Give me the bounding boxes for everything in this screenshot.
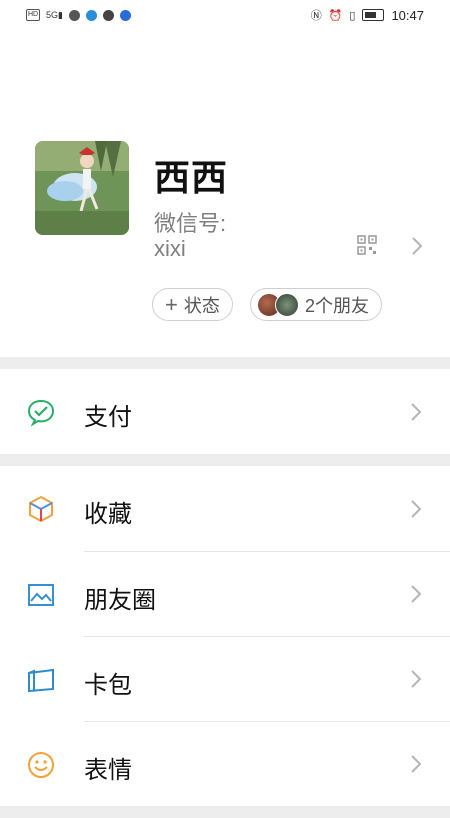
section-divider (0, 454, 450, 466)
status-button-label: 状态 (183, 295, 220, 316)
cards-label: 卡包 (84, 672, 132, 699)
pay-label: 支付 (84, 404, 132, 431)
nfc-icon: Ⓝ (310, 10, 322, 22)
cards-chevron-icon (411, 670, 422, 688)
plus-icon: + (165, 291, 178, 317)
stickers-label: 表情 (84, 757, 132, 784)
cards-wallet-icon (28, 668, 54, 693)
friend-avatar-2 (275, 292, 299, 317)
moments-chevron-icon (411, 585, 422, 603)
friends-status-button[interactable]: 2个朋友 (250, 288, 383, 321)
qr-code-icon[interactable] (357, 235, 377, 255)
friend-avatars (257, 292, 299, 317)
profile-header[interactable]: 西西 微信号: xixi + 状态 2个朋友 (0, 120, 450, 355)
menu-item-stickers[interactable]: 表情 (0, 722, 450, 806)
avatar-image (35, 141, 129, 235)
app-icon-2 (102, 9, 114, 21)
friends-button-label: 2个朋友 (305, 295, 370, 316)
wechat-id-value: xixi (154, 236, 186, 261)
hd-icon: HD (26, 9, 40, 21)
section-divider (0, 357, 450, 369)
menu-item-favorites[interactable]: 收藏 (0, 466, 450, 551)
battery-icon (362, 9, 385, 21)
pay-icon (27, 399, 55, 427)
status-bar: HD 5G▮ Ⓝ ⏰ ▯ 10:47 (0, 0, 450, 30)
avatar[interactable] (35, 141, 129, 235)
alarm-icon: ⏰ (328, 9, 343, 22)
pay-chevron-icon (411, 403, 422, 421)
app-icon-1 (85, 9, 97, 21)
add-status-button[interactable]: + 状态 (152, 288, 233, 321)
menu-item-moments[interactable]: 朋友圈 (0, 552, 450, 636)
profile-chevron-icon[interactable] (411, 236, 423, 256)
moments-label: 朋友圈 (84, 587, 156, 614)
section-divider (0, 806, 450, 818)
clock: 10:47 (391, 7, 424, 23)
status-right-icons: Ⓝ ⏰ ▯ 10:47 (311, 7, 424, 23)
favorites-chevron-icon (411, 500, 422, 518)
favorites-label: 收藏 (84, 501, 132, 528)
stickers-chevron-icon (411, 755, 422, 773)
vibrate-icon: ▯ (349, 9, 356, 22)
profile-name: 西西 (154, 157, 229, 198)
menu-item-pay[interactable]: 支付 (0, 369, 450, 454)
favorites-cube-icon (29, 495, 53, 523)
wechat-id-label: 微信号: (154, 211, 227, 236)
menu-item-cards[interactable]: 卡包 (0, 637, 450, 721)
eye-icon (68, 9, 80, 21)
stickers-smiley-icon (28, 752, 54, 778)
status-left-icons: HD 5G▮ (26, 9, 131, 21)
app-icon-3 (119, 9, 131, 21)
signal-icon: 5G▮ (46, 9, 63, 20)
moments-picture-icon (28, 584, 54, 606)
